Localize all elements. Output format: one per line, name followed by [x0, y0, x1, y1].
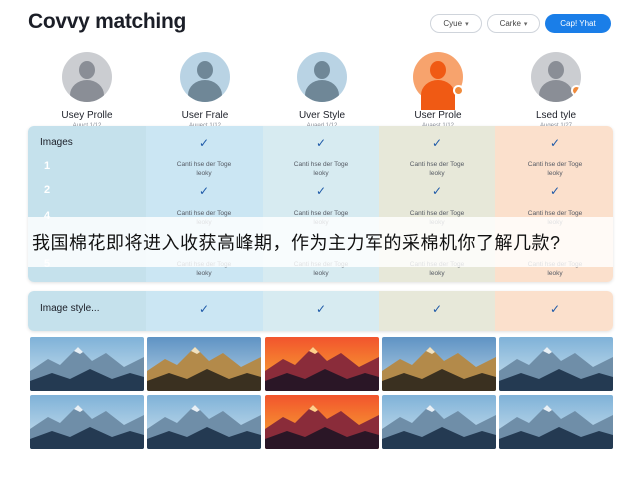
primary-action-button[interactable]: Cap! Yhat — [545, 14, 611, 33]
mountain-thumbnail[interactable] — [499, 395, 613, 449]
profile-name: Usey Prolle — [61, 110, 113, 121]
profile-name: User Prole — [414, 110, 462, 121]
status-dot-icon — [571, 85, 581, 96]
check-icon[interactable]: ✓ — [311, 184, 331, 198]
row-number: 1 — [44, 160, 51, 172]
mountain-thumbnail[interactable] — [147, 395, 261, 449]
cyue-dropdown[interactable]: Cyue ▾ — [430, 14, 482, 33]
profile-card[interactable]: Uver Style Auaed 1/12 — [263, 52, 381, 129]
mountain-thumbnail[interactable] — [265, 395, 379, 449]
chevron-down-icon: ▾ — [523, 20, 528, 28]
cell-text: Canti hse der Togeleoky — [527, 161, 583, 177]
check-icon[interactable]: ✓ — [194, 184, 214, 198]
carke-dropdown[interactable]: Carke ▾ — [487, 14, 540, 33]
avatar — [297, 52, 347, 102]
image-style-row: Image style... ✓ ✓ ✓ ✓ — [28, 291, 613, 331]
check-icon[interactable]: ✓ — [194, 136, 214, 150]
cell-text: Canti hse der Togeleoky — [176, 161, 232, 177]
app-window: Covvy matching Cyue ▾ Carke ▾ Cap! Yhat … — [0, 0, 640, 480]
check-icon[interactable]: ✓ — [194, 302, 214, 316]
mountain-thumbnail[interactable] — [30, 337, 144, 391]
check-icon[interactable]: ✓ — [311, 302, 331, 316]
mountain-thumbnail[interactable] — [499, 337, 613, 391]
check-icon[interactable]: ✓ — [545, 136, 565, 150]
mountain-thumbnail[interactable] — [382, 337, 496, 391]
cell-text: Canti hse der Togeleoky — [409, 161, 465, 177]
profile-card[interactable]: Usey Prolle Auuct 1/12 — [28, 52, 146, 129]
page-title: Covvy matching — [28, 10, 187, 33]
check-icon[interactable]: ✓ — [545, 184, 565, 198]
overlay-caption: 我国棉花即将进入收获高峰期，作为主力军的采棉机你了解几款? — [28, 217, 613, 267]
avatar — [413, 52, 464, 110]
chevron-down-icon: ▾ — [465, 20, 469, 28]
avatar — [180, 52, 230, 102]
avatar — [531, 52, 581, 102]
profile-name: Lsed tyle — [535, 110, 577, 121]
profile-card[interactable]: User Prole Auaest 1/12 — [379, 52, 497, 129]
profile-name: Uver Style — [298, 110, 346, 121]
status-dot-icon — [453, 85, 464, 96]
carke-dropdown-label: Carke — [499, 19, 521, 28]
check-icon[interactable]: ✓ — [427, 184, 447, 198]
mountain-thumbnail[interactable] — [147, 337, 261, 391]
profile-card[interactable]: User Frale Auuect 1/12 — [146, 52, 264, 129]
mountain-thumbnail[interactable] — [382, 395, 496, 449]
check-icon[interactable]: ✓ — [545, 302, 565, 316]
check-icon[interactable]: ✓ — [427, 136, 447, 150]
check-icon[interactable]: ✓ — [311, 136, 331, 150]
profile-name: User Frale — [181, 110, 229, 121]
mountain-thumbnail[interactable] — [265, 337, 379, 391]
row-number: 2 — [44, 184, 51, 196]
mountain-thumbnail[interactable] — [30, 395, 144, 449]
profile-card[interactable]: Lsed tyle Augest 1/27 — [497, 52, 615, 129]
cyue-dropdown-label: Cyue — [443, 19, 463, 28]
avatar — [62, 52, 112, 102]
image-style-label: Image style... — [40, 303, 100, 314]
section-label: Images — [40, 137, 73, 148]
cell-text: Canti hse der Togeleoky — [293, 161, 349, 177]
check-icon[interactable]: ✓ — [427, 302, 447, 316]
